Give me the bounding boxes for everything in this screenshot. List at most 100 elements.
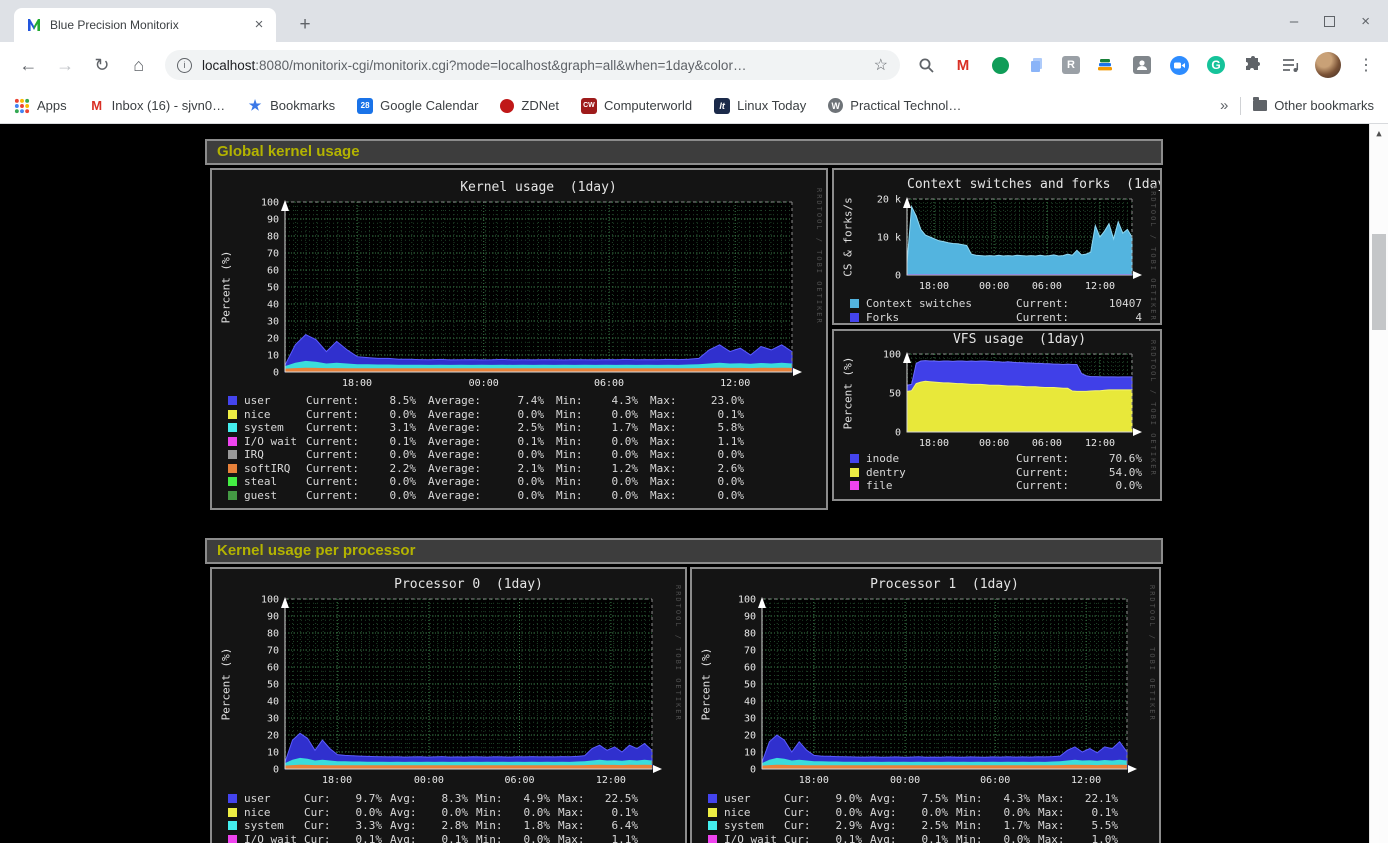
rrdtool-watermark: RRDTOOL / TOBI OETIKER: [1148, 585, 1156, 722]
svg-text:70: 70: [744, 646, 756, 657]
minimize-button[interactable]: –: [1290, 13, 1298, 30]
close-button[interactable]: ×: [1361, 13, 1370, 30]
bookmark-zdnet[interactable]: ZDNet: [500, 98, 559, 113]
search-icon[interactable]: [914, 53, 938, 77]
legend-row: ForksCurrent:4: [834, 311, 1160, 325]
legend-row: dentryCurrent:54.0%: [834, 466, 1160, 480]
profile-avatar[interactable]: [1315, 52, 1341, 78]
kernel-usage-graph-panel[interactable]: 010203040506070809010018:0000:0006:0012:…: [210, 168, 828, 510]
page-content: Global kernel usage Kernel usage per pro…: [0, 124, 1388, 843]
session-icon[interactable]: [1130, 53, 1154, 77]
legend-swatch: [850, 299, 859, 308]
maximize-button[interactable]: [1324, 16, 1335, 27]
bookmark-practical-technology[interactable]: W Practical Technol…: [828, 98, 961, 113]
chart-title: Context switches and forks (1day): [907, 177, 1132, 192]
chart-title: Kernel usage (1day): [285, 180, 792, 195]
legend-row: userCurrent:8.5%Average:7.4%Min:4.3%Max:…: [212, 394, 826, 408]
context-forks-graph-panel[interactable]: 010 k20 k18:0000:0006:0012:00Context swi…: [832, 168, 1162, 325]
svg-text:12:00: 12:00: [1085, 281, 1115, 292]
monitorix-favicon: [26, 17, 42, 33]
svg-text:12:00: 12:00: [1085, 438, 1115, 449]
bookmark-computerworld[interactable]: CW Computerworld: [581, 98, 692, 114]
svg-text:0: 0: [895, 271, 901, 282]
bookmark-star-icon[interactable]: ☆: [874, 55, 888, 75]
gmail-icon[interactable]: M: [951, 53, 975, 77]
svg-text:90: 90: [267, 215, 279, 226]
section-header-global-kernel-usage: Global kernel usage: [205, 139, 1163, 165]
back-button[interactable]: ←: [15, 51, 42, 79]
hangouts-icon[interactable]: [988, 53, 1012, 77]
svg-text:00:00: 00:00: [469, 378, 499, 389]
bookmark-linux-today[interactable]: lt Linux Today: [714, 98, 806, 114]
legend-swatch: [850, 481, 859, 490]
folder-icon: [1253, 100, 1267, 111]
svg-text:0: 0: [895, 428, 901, 439]
svg-text:80: 80: [267, 629, 279, 640]
copy-pages-icon[interactable]: [1025, 53, 1049, 77]
vfs-usage-graph-panel[interactable]: 05010018:0000:0006:0012:00VFS usage (1da…: [832, 329, 1162, 501]
svg-text:30: 30: [744, 714, 756, 725]
divider: [1240, 97, 1241, 115]
grammarly-icon[interactable]: G: [1204, 53, 1228, 77]
other-bookmarks[interactable]: Other bookmarks: [1253, 98, 1374, 113]
legend-swatch: [228, 464, 237, 473]
extensions-puzzle-icon[interactable]: [1241, 53, 1265, 77]
reading-list-icon[interactable]: [1278, 53, 1302, 77]
browser-tab[interactable]: Blue Precision Monitorix ×: [14, 8, 276, 42]
calendar-icon: 28: [357, 98, 373, 114]
bookmark-apps[interactable]: Apps: [14, 98, 67, 114]
bookmark-google-calendar[interactable]: 28 Google Calendar: [357, 98, 478, 114]
svg-text:100: 100: [738, 595, 756, 606]
bookmark-label: Apps: [37, 98, 67, 113]
rrdtool-watermark: RRDTOOL / TOBI OETIKER: [815, 188, 823, 325]
bookmark-inbox[interactable]: M Inbox (16) - sjvn0…: [89, 98, 225, 114]
bookmark-bookmarks[interactable]: ★ Bookmarks: [247, 98, 335, 114]
url-text[interactable]: localhost:8080/monitorix-cgi/monitorix.c…: [202, 58, 866, 73]
chart-legend: Context switchesCurrent:10407ForksCurren…: [834, 297, 1160, 324]
scroll-up-button[interactable]: ▲: [1370, 126, 1388, 142]
svg-text:12:00: 12:00: [1071, 775, 1101, 786]
legend-row: userCur:9.0%Avg:7.5%Min:4.3%Max:22.1%: [692, 792, 1159, 806]
r-extension-icon[interactable]: R: [1062, 56, 1080, 74]
scrollbar-thumb[interactable]: [1372, 234, 1386, 330]
svg-text:06:00: 06:00: [980, 775, 1010, 786]
legend-swatch: [708, 821, 717, 830]
books-icon[interactable]: [1093, 53, 1117, 77]
legend-row: niceCurrent:0.0%Average:0.0%Min:0.0%Max:…: [212, 408, 826, 422]
rrdtool-watermark: RRDTOOL / TOBI OETIKER: [674, 585, 682, 722]
legend-swatch: [708, 794, 717, 803]
scrollbar[interactable]: ▲: [1369, 124, 1388, 843]
svg-text:50: 50: [267, 680, 279, 691]
legend-row: systemCur:3.3%Avg:2.8%Min:1.8%Max:6.4%: [212, 819, 685, 833]
chart-legend: inodeCurrent:70.6%dentryCurrent:54.0%fil…: [834, 452, 1160, 493]
y-axis-label: Percent (%): [700, 648, 713, 721]
site-info-icon[interactable]: i: [177, 58, 192, 73]
bookmarks-overflow-chevron[interactable]: »: [1220, 97, 1228, 114]
new-tab-button[interactable]: +: [292, 12, 318, 38]
reload-button[interactable]: ↻: [89, 51, 116, 79]
chart-legend: userCur:9.7%Avg:8.3%Min:4.9%Max:22.5%nic…: [212, 792, 685, 843]
svg-text:90: 90: [267, 612, 279, 623]
legend-row: IRQCurrent:0.0%Average:0.0%Min:0.0%Max:0…: [212, 448, 826, 462]
processor0-graph-panel[interactable]: 010203040506070809010018:0000:0006:0012:…: [210, 567, 687, 843]
tab-close-icon[interactable]: ×: [250, 16, 268, 34]
address-bar[interactable]: i localhost:8080/monitorix-cgi/monitorix…: [165, 50, 900, 80]
zoom-icon[interactable]: [1167, 53, 1191, 77]
browser-toolbar: ← → ↻ ⌂ i localhost:8080/monitorix-cgi/m…: [0, 42, 1388, 88]
legend-swatch: [228, 477, 237, 486]
bookmark-label: Practical Technol…: [850, 98, 961, 113]
y-axis-label: Percent (%): [220, 648, 233, 721]
svg-text:10: 10: [267, 748, 279, 759]
tab-title: Blue Precision Monitorix: [50, 18, 250, 32]
home-button[interactable]: ⌂: [125, 51, 152, 79]
legend-row: fileCurrent:0.0%: [834, 479, 1160, 493]
forward-button[interactable]: →: [52, 51, 79, 79]
svg-text:70: 70: [267, 646, 279, 657]
svg-text:20: 20: [744, 731, 756, 742]
processor1-graph-panel[interactable]: 010203040506070809010018:0000:0006:0012:…: [690, 567, 1161, 843]
svg-text:40: 40: [267, 300, 279, 311]
legend-row: inodeCurrent:70.6%: [834, 452, 1160, 466]
svg-text:10 k: 10 k: [877, 233, 901, 244]
chart-legend: userCurrent:8.5%Average:7.4%Min:4.3%Max:…: [212, 394, 826, 502]
menu-kebab-icon[interactable]: ⋮: [1354, 53, 1378, 77]
